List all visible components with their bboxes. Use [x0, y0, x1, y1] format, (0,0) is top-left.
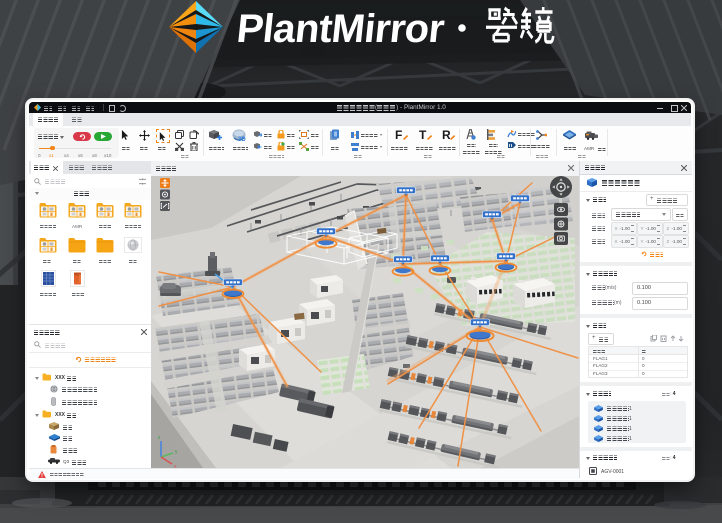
svg-text:PlantMirror: PlantMirror [235, 7, 446, 51]
svg-text:3D: 3D [238, 137, 246, 142]
